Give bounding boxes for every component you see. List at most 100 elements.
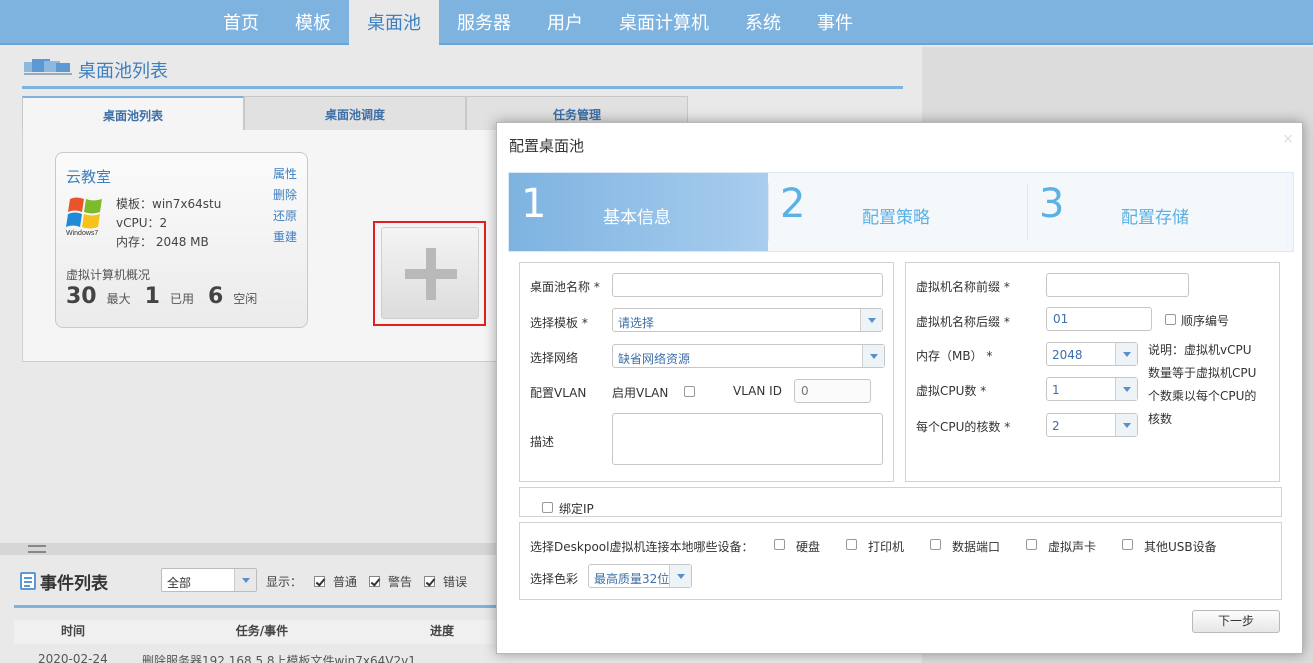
device-printer-label: 打印机 xyxy=(868,540,905,554)
plus-icon-bar xyxy=(405,269,457,279)
vcpu-note: 说明：虚拟机vCPU数量等于虚拟机CPU个数乘以每个CPU的核数 xyxy=(1148,343,1257,426)
device-soundcard-label: 虚拟声卡 xyxy=(1048,540,1097,554)
windows7-logo-icon: Windows7 xyxy=(66,197,102,237)
filter-error-checkbox[interactable] xyxy=(424,576,436,587)
nav-list: 首页 模板 桌面池 服务器 用户 桌面计算机 系统 事件 xyxy=(205,0,871,45)
nav-item-system[interactable]: 系统 xyxy=(727,0,799,45)
event-filter-value: 全部 xyxy=(167,576,192,590)
nav-item-user[interactable]: 用户 xyxy=(529,0,601,45)
step-label: 基本信息 xyxy=(603,208,671,228)
panel-splitter[interactable] xyxy=(0,543,500,555)
col-task-event: 任务/事件 xyxy=(235,624,289,638)
nav-item-event[interactable]: 事件 xyxy=(799,0,871,45)
vm-used-value: 1 xyxy=(144,284,160,309)
next-button[interactable]: 下一步 xyxy=(1192,610,1280,633)
nav-item-template[interactable]: 模板 xyxy=(277,0,349,45)
pool-name-input[interactable] xyxy=(612,273,883,297)
step-number: 2 xyxy=(780,181,806,227)
table-row[interactable]: 2020-02-24 删除服务器192.168.5.8上模板文件win7x64V… xyxy=(14,652,504,663)
chevron-down-icon[interactable] xyxy=(1115,414,1137,436)
pool-name[interactable]: 云教室 xyxy=(66,166,111,187)
row-time: 2020-02-24 xyxy=(38,652,108,663)
nav-item-desktop-computer[interactable]: 桌面计算机 xyxy=(601,0,727,45)
memory-label: 内存（MB） * xyxy=(916,349,993,363)
pool-rebuild-link[interactable]: 重建 xyxy=(273,227,297,248)
nav-item-server[interactable]: 服务器 xyxy=(439,0,529,45)
filter-normal-label: 普通 xyxy=(333,575,358,589)
vlan-id-input[interactable] xyxy=(794,379,871,403)
pool-card[interactable]: 云教室 属性 删除 还原 重建 Windows7 模板：win7x64stu v… xyxy=(55,152,308,328)
chevron-down-icon[interactable] xyxy=(1115,378,1137,400)
configure-pool-dialog: 配置桌面池 × 1 基本信息 2 配置策略 3 配置存储 桌面池名称 * 选择模… xyxy=(496,122,1303,654)
vm-suffix-input[interactable]: 01 xyxy=(1046,307,1152,331)
cpu-count-label: 虚拟CPU数 * xyxy=(916,384,987,398)
tab-pool-schedule[interactable]: 桌面池调度 xyxy=(244,96,466,130)
cores-value: 2 xyxy=(1052,419,1060,433)
vm-prefix-input[interactable] xyxy=(1046,273,1189,297)
vm-suffix-label: 虚拟机名称后缀 * xyxy=(916,315,1010,329)
vm-overview-title: 虚拟计算机概况 xyxy=(66,268,151,282)
chevron-down-icon[interactable] xyxy=(234,569,256,591)
description-textarea[interactable] xyxy=(612,413,883,465)
template-select[interactable]: 请选择 xyxy=(612,308,883,332)
cpu-count-value: 1 xyxy=(1052,383,1060,397)
nav-item-home[interactable]: 首页 xyxy=(205,0,277,45)
tab-pool-list[interactable]: 桌面池列表 xyxy=(22,96,244,130)
device-printer-checkbox[interactable] xyxy=(846,539,857,550)
vlan-id-label: VLAN ID xyxy=(733,384,782,398)
pool-delete-link[interactable]: 删除 xyxy=(273,185,297,206)
step-configure-policy[interactable]: 2 配置策略 xyxy=(768,173,1027,251)
vm-idle-value: 6 xyxy=(207,284,224,309)
sequential-label: 顺序编号 xyxy=(1181,314,1230,328)
step-divider xyxy=(1027,183,1028,241)
splitter-grip-icon[interactable] xyxy=(28,545,46,553)
pool-template: 模板：win7x64stu xyxy=(116,197,222,211)
chevron-down-icon[interactable] xyxy=(860,309,882,331)
event-filter-select[interactable]: 全部 xyxy=(161,568,257,592)
memory-select[interactable]: 2048 xyxy=(1046,342,1138,366)
step-configure-storage[interactable]: 3 配置存储 xyxy=(1027,173,1286,251)
vlan-enable-checkbox[interactable] xyxy=(684,386,695,397)
chevron-down-icon[interactable] xyxy=(669,565,691,587)
device-usb-checkbox[interactable] xyxy=(1122,539,1133,550)
col-progress: 进度 xyxy=(429,624,454,638)
vlan-label: 配置VLAN xyxy=(530,386,587,400)
color-select[interactable]: 最高质量32位 xyxy=(588,564,692,588)
device-soundcard-checkbox[interactable] xyxy=(1026,539,1037,550)
filter-warning-label: 警告 xyxy=(388,575,413,589)
vm-overview-stats: 30 最大 1 已用 6 空闲 xyxy=(66,284,271,309)
pool-section-title: 桌面池列表 xyxy=(78,61,168,82)
network-select[interactable]: 缺省网络资源 xyxy=(612,344,885,368)
wizard-steps: 1 基本信息 2 配置策略 3 配置存储 xyxy=(508,172,1294,252)
chevron-down-icon[interactable] xyxy=(1115,343,1137,365)
device-dataport-checkbox[interactable] xyxy=(930,539,941,550)
device-dataport-label: 数据端口 xyxy=(952,540,1001,554)
pool-properties-link[interactable]: 属性 xyxy=(273,164,297,185)
device-usb-label: 其他USB设备 xyxy=(1144,540,1217,554)
pool-info: 模板：win7x64stu vCPU：2 内存： 2048 MB xyxy=(116,195,221,252)
chevron-down-icon[interactable] xyxy=(862,345,884,367)
filter-normal-checkbox[interactable] xyxy=(314,576,326,587)
pool-vcpu: vCPU：2 xyxy=(116,216,168,230)
pool-name-label: 桌面池名称 * xyxy=(530,280,600,294)
pool-actions: 属性 删除 还原 重建 xyxy=(273,164,297,248)
sequential-checkbox[interactable] xyxy=(1165,314,1176,325)
bind-ip-label: 绑定IP xyxy=(559,502,594,516)
bind-ip-checkbox[interactable] xyxy=(542,502,553,513)
cores-label: 每个CPU的核数 * xyxy=(916,420,1011,434)
add-pool-button[interactable] xyxy=(381,227,479,319)
desktop-pool-icon xyxy=(24,59,72,75)
cores-select[interactable]: 2 xyxy=(1046,413,1138,437)
cpu-count-select[interactable]: 1 xyxy=(1046,377,1138,401)
step-basic-info[interactable]: 1 基本信息 xyxy=(509,173,768,251)
svg-text:Windows7: Windows7 xyxy=(66,230,98,237)
device-hdd-checkbox[interactable] xyxy=(774,539,785,550)
memory-value: 2048 xyxy=(1052,348,1083,362)
filter-warning-checkbox[interactable] xyxy=(369,576,381,587)
network-value: 缺省网络资源 xyxy=(618,352,691,366)
events-title: 事件列表 xyxy=(40,574,108,594)
pool-restore-link[interactable]: 还原 xyxy=(273,206,297,227)
nav-item-desktop-pool[interactable]: 桌面池 xyxy=(349,0,439,45)
event-list-icon xyxy=(20,572,36,590)
close-icon[interactable]: × xyxy=(1282,131,1294,147)
